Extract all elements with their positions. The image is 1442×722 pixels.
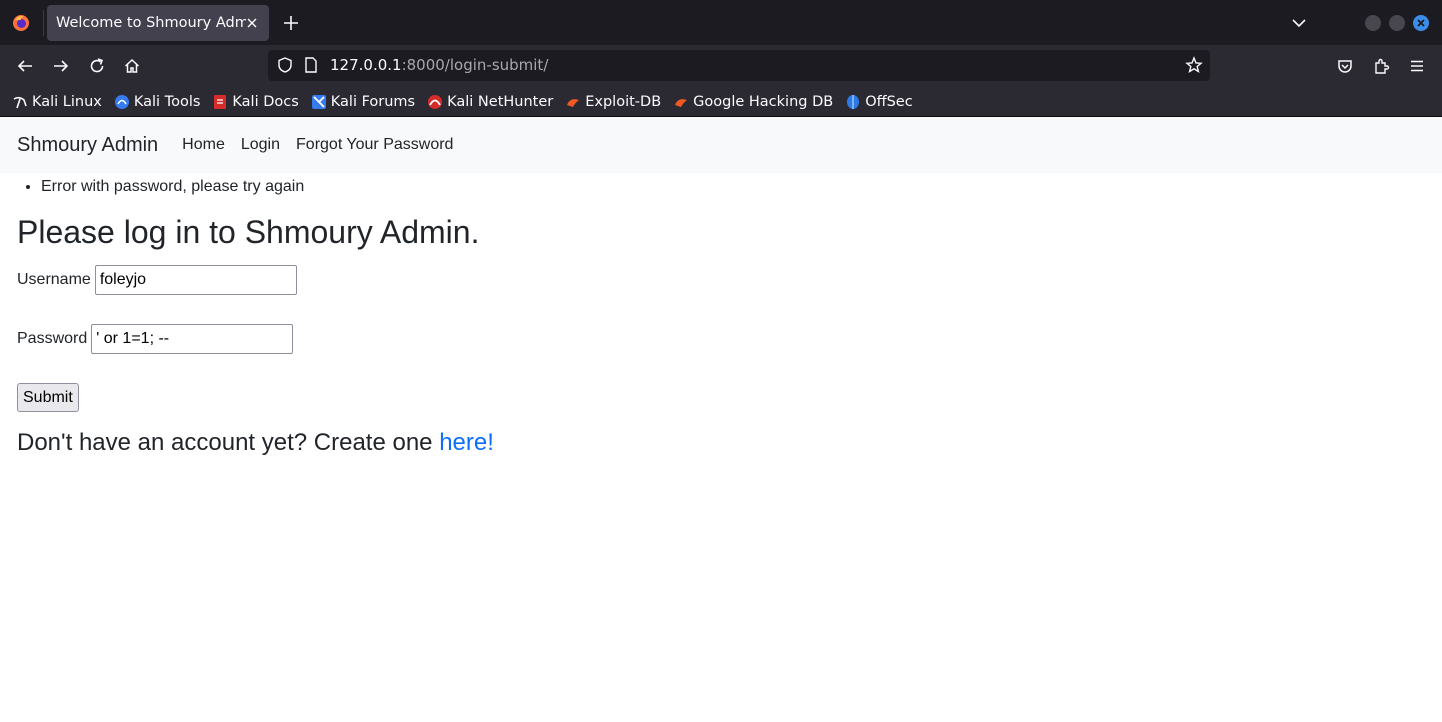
- url-host: 127.0.0.1: [330, 56, 402, 74]
- tab-separator: [43, 10, 44, 36]
- url-path: :8000/login-submit/: [401, 56, 549, 74]
- bookmark-offsec[interactable]: OffSec: [845, 94, 913, 110]
- minimize-window-button[interactable]: [1365, 15, 1381, 31]
- bookmark-label: Kali Forums: [330, 93, 416, 110]
- bookmark-google-hacking-db[interactable]: Google Hacking DB: [673, 94, 833, 110]
- active-tab[interactable]: Welcome to Shmoury Admin!: [47, 5, 269, 41]
- bookmark-kali-nethunter[interactable]: Kali NetHunter: [427, 94, 553, 110]
- kali-forums-icon: [311, 94, 326, 109]
- bookmark-label: Exploit-DB: [585, 93, 662, 110]
- close-window-button[interactable]: [1413, 15, 1429, 31]
- bookmark-label: Kali Docs: [232, 93, 299, 110]
- nav-link-login[interactable]: Login: [241, 136, 280, 154]
- firefox-icon[interactable]: [12, 14, 30, 32]
- forward-arrow-icon[interactable]: [52, 57, 70, 75]
- offsec-icon: [847, 94, 860, 109]
- bookmark-kali-tools[interactable]: Kali Tools: [114, 93, 201, 110]
- browser-tab-bar: Welcome to Shmoury Admin!: [0, 0, 1442, 45]
- reload-icon[interactable]: [88, 57, 106, 75]
- bookmark-label: Google Hacking DB: [693, 93, 834, 110]
- message-list: Error with password, please try again: [0, 177, 1442, 197]
- exploit-db-icon: [567, 98, 580, 107]
- chevron-down-icon[interactable]: [1291, 15, 1307, 31]
- browser-toolbar: 127.0.0.1:8000/login-submit/: [0, 45, 1442, 87]
- site-navbar: Shmoury Admin Home Login Forgot Your Pas…: [0, 117, 1442, 173]
- bookmarks-toolbar: Kali Linux Kali Tools Kali Docs Kali For…: [0, 87, 1442, 117]
- bookmark-exploit-db[interactable]: Exploit-DB: [565, 94, 661, 110]
- nav-link-home[interactable]: Home: [182, 136, 225, 154]
- page-info-icon[interactable]: [303, 56, 319, 74]
- page-title: Please log in to Shmoury Admin.: [17, 214, 480, 250]
- username-label: Username: [17, 271, 91, 288]
- kali-docs-icon: [214, 94, 227, 109]
- error-message: Error with password, please try again: [41, 177, 1442, 197]
- shield-icon[interactable]: [276, 56, 294, 74]
- password-field[interactable]: [91, 324, 294, 354]
- ghdb-icon: [675, 98, 688, 107]
- login-form: Username Password Submit: [17, 265, 1442, 412]
- kali-nethunter-icon: [428, 94, 443, 109]
- bookmark-kali-docs[interactable]: Kali Docs: [212, 93, 299, 110]
- bookmark-star-icon[interactable]: [1185, 56, 1203, 74]
- kali-dragon-icon: [13, 96, 27, 108]
- new-tab-icon[interactable]: [282, 14, 300, 32]
- extensions-icon[interactable]: [1372, 57, 1390, 75]
- back-arrow-icon[interactable]: [16, 57, 34, 75]
- home-icon[interactable]: [123, 57, 141, 75]
- bookmark-kali-forums[interactable]: Kali Forums: [311, 94, 415, 110]
- url-text: 127.0.0.1:8000/login-submit/: [330, 56, 548, 74]
- tab-title: Welcome to Shmoury Admin!: [56, 15, 246, 31]
- password-row: Password: [17, 324, 1442, 354]
- username-field[interactable]: [94, 265, 297, 295]
- nav-link-forgot-password[interactable]: Forgot Your Password: [296, 136, 453, 154]
- kali-tools-icon: [114, 94, 129, 109]
- pocket-icon[interactable]: [1336, 57, 1354, 75]
- bookmark-label: Kali Linux: [32, 93, 102, 110]
- username-row: Username: [17, 265, 1442, 295]
- hamburger-menu-icon[interactable]: [1408, 57, 1426, 75]
- signup-prompt: Don't have an account yet? Create one he…: [17, 428, 1442, 458]
- site-brand[interactable]: Shmoury Admin: [17, 134, 158, 157]
- close-icon: [1417, 19, 1425, 27]
- signup-link[interactable]: here!: [439, 429, 494, 456]
- address-bar[interactable]: 127.0.0.1:8000/login-submit/: [268, 50, 1210, 81]
- bookmark-label: Kali NetHunter: [447, 93, 554, 110]
- bookmark-label: Kali Tools: [133, 93, 201, 110]
- login-content: Please log in to Shmoury Admin. Username…: [0, 213, 1442, 458]
- signup-text: Don't have an account yet? Create one: [17, 429, 440, 456]
- bookmark-kali-linux[interactable]: Kali Linux: [12, 94, 102, 110]
- submit-button[interactable]: Submit: [17, 383, 79, 412]
- bookmark-label: OffSec: [865, 93, 913, 110]
- maximize-window-button[interactable]: [1389, 15, 1405, 31]
- password-label: Password: [17, 330, 88, 347]
- close-tab-icon[interactable]: [244, 15, 260, 31]
